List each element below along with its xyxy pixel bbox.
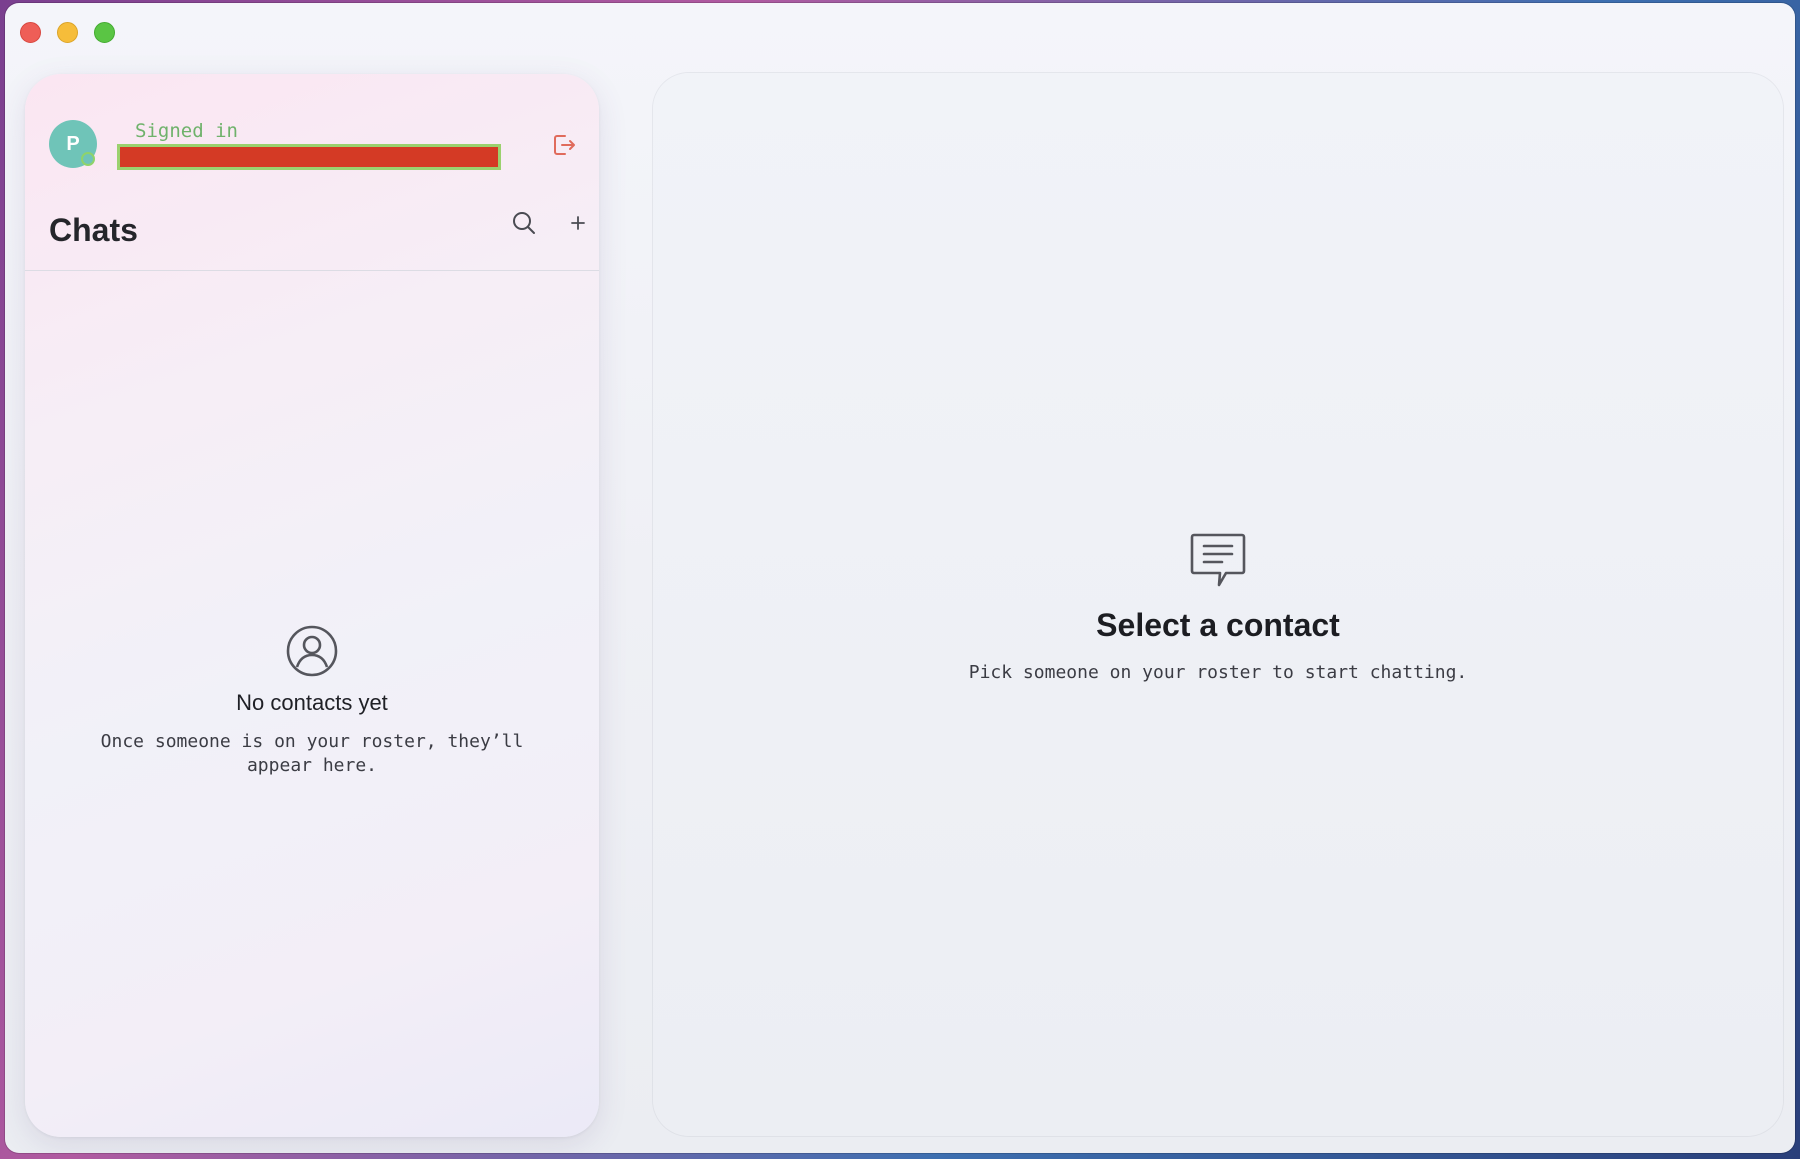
select-contact-description: Pick someone on your roster to start cha…	[968, 662, 1468, 683]
add-contact-button[interactable]	[563, 208, 593, 238]
account-header: P Signed in	[49, 120, 579, 180]
logout-icon	[554, 135, 575, 155]
window-zoom-button[interactable]	[94, 22, 115, 43]
logout-button[interactable]	[549, 130, 579, 160]
select-contact-empty-state: Select a contact Pick someone on your ro…	[653, 531, 1783, 683]
presence-status-dot	[81, 152, 95, 166]
empty-contacts-title: No contacts yet	[236, 690, 388, 715]
redacted-account-name	[117, 144, 501, 170]
empty-contacts-description: Once someone is on your roster, they’ll …	[100, 731, 524, 776]
search-button[interactable]	[509, 208, 539, 238]
select-contact-title: Select a contact	[1096, 607, 1340, 643]
window-minimize-button[interactable]	[57, 22, 78, 43]
avatar-initial: P	[66, 133, 80, 155]
signed-in-label: Signed in	[135, 120, 238, 142]
sidebar-divider	[25, 270, 599, 271]
app-window: P Signed in Chats No contacts yet Once s…	[5, 3, 1795, 1153]
conversation-pane: Select a contact Pick someone on your ro…	[653, 73, 1783, 1136]
chats-title: Chats	[49, 212, 138, 248]
plus-icon	[571, 216, 585, 230]
chats-header: Chats	[49, 204, 585, 264]
person-circle-icon	[286, 625, 338, 677]
sidebar: P Signed in Chats No contacts yet Once s…	[25, 74, 599, 1137]
search-icon	[513, 212, 535, 234]
window-close-button[interactable]	[20, 22, 41, 43]
contacts-empty-state: No contacts yet Once someone is on your …	[25, 624, 599, 778]
chat-bubble-icon	[1190, 533, 1246, 587]
